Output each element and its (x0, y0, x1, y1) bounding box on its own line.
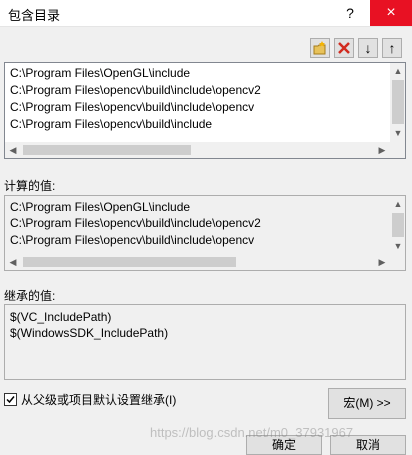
include-dir-list[interactable]: C:\Program Files\OpenGL\include C:\Progr… (4, 62, 406, 159)
list-item: C:\Program Files\opencv\build\include\op… (10, 216, 261, 230)
scroll-up-icon[interactable]: ▲ (390, 196, 405, 212)
list-item[interactable]: C:\Program Files\opencv\build\include (10, 116, 212, 132)
scroll-thumb[interactable] (392, 80, 404, 124)
list-item: $(WindowsSDK_IncludePath) (10, 326, 169, 340)
checkmark-icon (6, 396, 15, 404)
macros-button[interactable]: 宏(M) >> (328, 388, 406, 419)
inherit-checkbox[interactable] (4, 393, 17, 406)
scroll-down-icon[interactable]: ▼ (390, 125, 405, 141)
scroll-thumb[interactable] (392, 213, 404, 237)
list-item: $(VC_IncludePath) (10, 310, 112, 324)
move-up-button[interactable]: ↑ (382, 38, 402, 58)
list-item[interactable]: C:\Program Files\opencv\build\include\op… (10, 82, 261, 98)
list-item: C:\Program Files\OpenGL\include (10, 200, 191, 214)
scroll-thumb[interactable] (23, 145, 191, 155)
watermark-text: https://blog.csdn.net/m0_37931967 (150, 425, 354, 440)
close-button[interactable]: × (370, 0, 412, 26)
list-item[interactable]: C:\Program Files\opencv\build\include\op… (10, 99, 254, 115)
help-button[interactable]: ? (339, 2, 361, 24)
arrow-up-icon: ↑ (388, 40, 396, 56)
inherit-checkbox-label[interactable]: 从父级或项目默认设置继承(I) (21, 393, 176, 407)
arrow-down-icon: ↓ (364, 40, 372, 56)
evaluated-label: 计算的值: (4, 179, 56, 193)
dialog-title: 包含目录 (8, 8, 61, 23)
scroll-down-icon[interactable]: ▼ (390, 238, 405, 254)
list-item[interactable]: C:\Program Files\OpenGL\include (10, 65, 190, 81)
scroll-right-icon[interactable]: ▶ (374, 254, 390, 270)
move-down-button[interactable]: ↓ (358, 38, 378, 58)
new-folder-icon (313, 41, 326, 55)
scroll-left-icon[interactable]: ◀ (5, 142, 21, 158)
evaluated-list: C:\Program Files\OpenGL\include C:\Progr… (4, 195, 406, 271)
delete-button[interactable] (334, 38, 354, 58)
inherited-list: $(VC_IncludePath) $(WindowsSDK_IncludePa… (4, 304, 406, 380)
scroll-thumb[interactable] (23, 257, 236, 267)
scroll-up-icon[interactable]: ▲ (390, 63, 405, 79)
vertical-scrollbar[interactable]: ▲ ▼ (390, 63, 405, 142)
inherited-label: 继承的值: (4, 289, 56, 303)
list-item: C:\Program Files\opencv\build\include\op… (10, 233, 255, 247)
vertical-scrollbar[interactable]: ▲ ▼ (390, 196, 405, 254)
horizontal-scrollbar[interactable]: ◀ ▶ (5, 142, 405, 158)
horizontal-scrollbar[interactable]: ◀ ▶ (5, 254, 405, 270)
new-line-button[interactable] (310, 38, 330, 58)
delete-icon (338, 42, 350, 54)
scroll-left-icon[interactable]: ◀ (5, 254, 21, 270)
scroll-right-icon[interactable]: ▶ (374, 142, 390, 158)
